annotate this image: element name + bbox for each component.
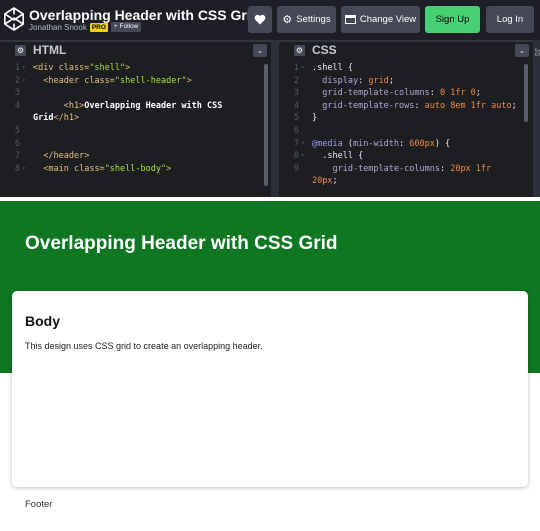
fold-arrow-icon[interactable]: ▾ [301,138,305,150]
html-settings-gear-icon[interactable]: ⚙ [15,45,26,56]
layout-icon [344,15,356,24]
fold-arrow-icon[interactable]: ▾ [22,163,26,175]
line-number: 2 [293,75,299,86]
html-code-editor[interactable]: 1 ▾ <div class="shell"> 2 ▾ <header class="s… [0,62,271,197]
fold-arrow-icon[interactable]: ▾ [301,150,305,162]
line-number: 9 [293,163,299,174]
pane-resizer[interactable] [271,40,279,197]
code-text: grid-template-rows: auto 8em 1fr auto; [322,100,517,111]
html-editor-pane: ⚙ HTML ⌄ 1 ▾ <div class="shell"> 2 ▾ <header… [0,40,271,197]
signup-button[interactable]: Sign Up [425,6,480,33]
follow-button[interactable]: + Follow [110,22,142,32]
gear-icon: ⚙ [282,14,293,26]
html-pane-title: HTML [33,43,67,57]
editors-area: ⚙ HTML ⌄ 1 ▾ <div class="shell"> 2 ▾ <header… [0,40,540,197]
line-number: 1 [14,63,20,73]
settings-button[interactable]: ⚙ Settings [277,6,336,33]
code-text: display: grid; [322,75,394,86]
login-button[interactable]: Log In [486,6,534,33]
js-pane-collapsed[interactable]: JS [533,40,540,197]
code-text: Grid</h1> [33,113,80,124]
card-title: Body [25,313,60,329]
code-text: <h1>Overlapping Header with CSS [63,100,223,111]
fold-arrow-icon[interactable]: ▾ [22,75,26,87]
js-pane-label: JS [533,48,540,57]
css-pane-header: ⚙ CSS ⌄ [279,40,533,60]
code-text: .shell { [312,63,353,73]
card-text: This design uses CSS grid to create an o… [25,341,263,351]
heart-icon [254,14,266,25]
code-text: 20px; [312,176,338,187]
change-view-button[interactable]: Change View [341,6,420,33]
heart-button[interactable] [248,6,272,33]
html-scrollbar[interactable] [264,64,268,186]
pro-badge: PRO [89,22,108,32]
line-number: 3 [14,88,20,99]
line-number: 3 [293,88,299,99]
author-link[interactable]: Jonathan Snook [29,23,87,32]
css-pane-title: CSS [312,43,337,57]
line-number: 1 [293,63,299,73]
line-number: 6 [14,138,20,149]
css-settings-gear-icon[interactable]: ⚙ [294,45,305,56]
css-chevron-down-icon[interactable]: ⌄ [515,44,529,57]
line-number: 4 [14,100,20,111]
line-number: 6 [293,126,299,136]
fold-arrow-icon[interactable]: ▾ [301,62,305,74]
css-editor-pane: ⚙ CSS ⌄ 1 ▾ .shell {2 display: grid; 3 grid… [279,40,533,197]
line-number: 8 [14,163,20,174]
preview-footer: Footer [25,499,53,510]
result-preview: Overlapping Header with CSS Grid Body Th… [0,197,540,531]
preview-header-title: Overlapping Header with CSS Grid [25,233,338,254]
fold-arrow-icon[interactable]: ▾ [22,62,26,74]
html-pane-header: ⚙ HTML ⌄ [0,40,271,60]
change-view-label: Change View [359,14,417,25]
code-text: } [312,113,318,124]
code-text: grid-template-columns: 20px 1fr [332,163,492,174]
topbar: Overlapping Header with CSS Grid Jonatha… [0,0,540,40]
author-row: Jonathan Snook PRO + Follow [29,21,142,33]
code-text: <div class="shell"> [33,63,131,73]
line-number: 2 [14,75,20,86]
html-chevron-down-icon[interactable]: ⌄ [253,44,267,57]
code-text: </header> [43,151,90,162]
code-text: @media (min-width: 600px) { [312,138,451,149]
line-number: 5 [14,126,20,136]
line-number: 8 [293,151,299,162]
line-number: 4 [293,100,299,111]
css-scrollbar[interactable] [524,64,528,122]
line-number: 5 [293,113,299,124]
line-number: 7 [293,138,299,149]
codepen-logo-icon[interactable] [3,6,25,32]
code-text: .shell { [322,151,364,162]
code-text: grid-template-columns: 0 1fr 0; [322,88,481,99]
shell-body-card: Body This design uses CSS grid to create… [12,291,528,487]
line-number: 7 [14,151,20,162]
code-text: <header class="shell-header"> [43,75,192,86]
settings-label: Settings [296,14,331,25]
code-text: <main class="shell-body"> [43,163,172,174]
css-code-editor[interactable]: 1 ▾ .shell {2 display: grid; 3 grid-templat… [279,62,533,197]
